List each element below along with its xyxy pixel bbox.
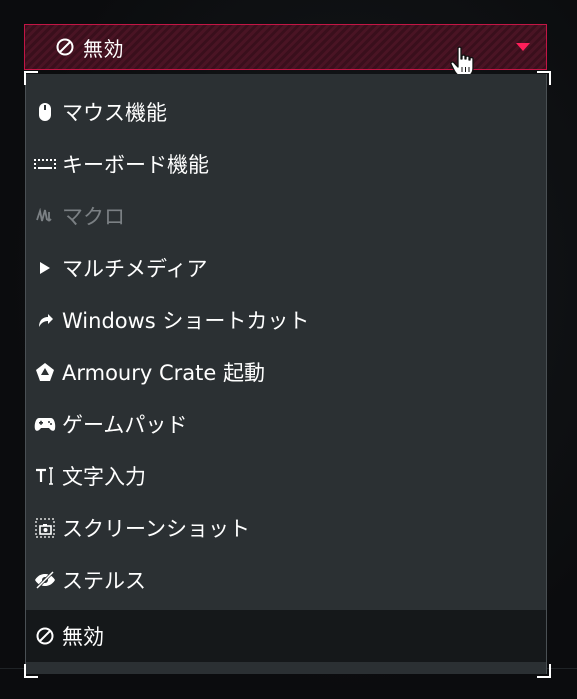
page: 無効 マウス機能 キーボード機能 マクロ マルチメディア Windows ショー…	[0, 0, 577, 699]
menu-item-multimedia[interactable]: マルチメディア	[26, 242, 546, 294]
keyboard-icon	[34, 153, 56, 175]
screenshot-icon	[34, 517, 56, 539]
menu-item-label: 文字入力	[62, 465, 146, 489]
menu-item-label: マクロ	[62, 205, 125, 229]
prohibit-icon	[55, 37, 75, 57]
mouse-icon	[34, 101, 56, 123]
play-icon	[34, 257, 56, 279]
menu-item-armoury-crate[interactable]: Armoury Crate 起動	[26, 346, 546, 398]
menu-item-label: 無効	[62, 625, 104, 649]
corner-bracket	[24, 664, 38, 678]
corner-bracket	[537, 664, 551, 678]
corner-bracket	[24, 71, 38, 85]
menu-item-label: キーボード機能	[62, 153, 209, 177]
menu-item-screenshot[interactable]: スクリーンショット	[26, 502, 546, 554]
menu-item-label: Armoury Crate 起動	[62, 361, 265, 385]
armoury-crate-icon	[34, 361, 56, 383]
menu-item-label: Windows ショートカット	[62, 309, 310, 333]
menu-item-label: ゲームパッド	[62, 413, 188, 437]
chevron-down-icon[interactable]	[516, 43, 530, 51]
stealth-eye-icon	[34, 569, 56, 591]
menu-item-keyboard-function[interactable]: キーボード機能	[26, 138, 546, 190]
gamepad-icon	[34, 413, 56, 435]
menu-item-macro: マクロ	[26, 190, 546, 242]
menu-item-stealth[interactable]: ステルス	[26, 554, 546, 606]
menu-item-label: マルチメディア	[62, 257, 208, 281]
corner-bracket	[537, 71, 551, 85]
menu-item-windows-shortcut[interactable]: Windows ショートカット	[26, 294, 546, 346]
menu-item-text-input[interactable]: 文字入力	[26, 450, 546, 502]
menu-item-label: ステルス	[62, 569, 146, 593]
menu-item-label: スクリーンショット	[62, 517, 250, 541]
menu-item-disabled-option[interactable]: 無効	[26, 610, 546, 662]
macro-icon	[34, 205, 56, 227]
prohibit-icon	[34, 625, 56, 647]
function-dropdown-list: マウス機能 キーボード機能 マクロ マルチメディア Windows ショートカッ…	[25, 74, 547, 674]
text-input-icon	[34, 465, 56, 487]
menu-item-gamepad[interactable]: ゲームパッド	[26, 398, 546, 450]
menu-item-label: マウス機能	[62, 101, 167, 125]
shortcut-arrow-icon	[34, 309, 56, 331]
menu-item-mouse-function[interactable]: マウス機能	[26, 86, 546, 138]
dropdown-selected-label: 無効	[83, 36, 124, 61]
